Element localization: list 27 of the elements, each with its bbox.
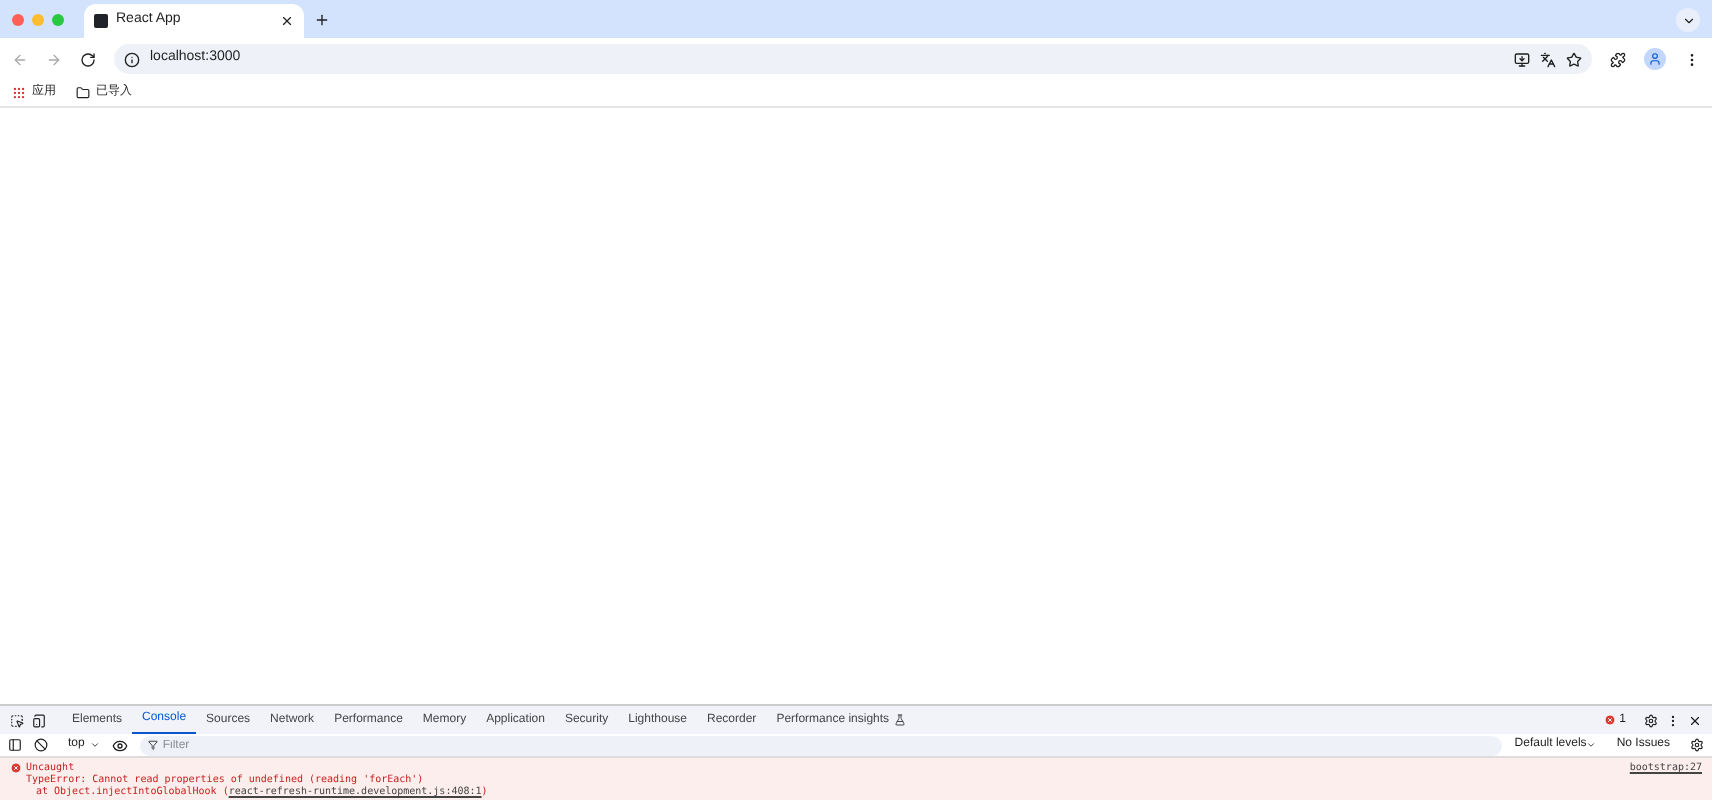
inspect-element-icon[interactable]: [10, 713, 24, 727]
filter-icon: [148, 740, 159, 750]
extensions-icon[interactable]: [1610, 51, 1626, 67]
flask-icon: [893, 714, 906, 726]
folder-icon: [76, 86, 90, 100]
bookmark-star-icon[interactable]: [1566, 51, 1582, 67]
sidebar-toggle-icon[interactable]: [8, 738, 22, 752]
eye-icon[interactable]: [112, 737, 129, 753]
settings-icon[interactable]: [1644, 713, 1658, 727]
site-info-icon[interactable]: [124, 51, 140, 67]
new-tab-icon[interactable]: [314, 12, 330, 28]
device-toolbar-icon[interactable]: [32, 713, 46, 727]
apps-grid-icon: [12, 86, 26, 100]
caret-icon: [90, 740, 101, 750]
close-tab-icon[interactable]: [280, 14, 294, 28]
error-icon: [10, 762, 22, 774]
tab-search-button[interactable]: [1676, 8, 1700, 32]
more-options-icon[interactable]: [1666, 713, 1680, 727]
install-app-icon[interactable]: [1514, 51, 1530, 67]
profile-avatar[interactable]: [1644, 48, 1666, 70]
caret-icon: [1586, 740, 1597, 750]
console-settings-icon[interactable]: [1690, 738, 1704, 752]
chevron-down-icon: [1681, 13, 1695, 27]
reload-icon[interactable]: [80, 51, 96, 67]
close-icon[interactable]: [1688, 713, 1702, 727]
translate-icon[interactable]: [1540, 51, 1556, 67]
clear-console-icon[interactable]: [34, 738, 48, 752]
